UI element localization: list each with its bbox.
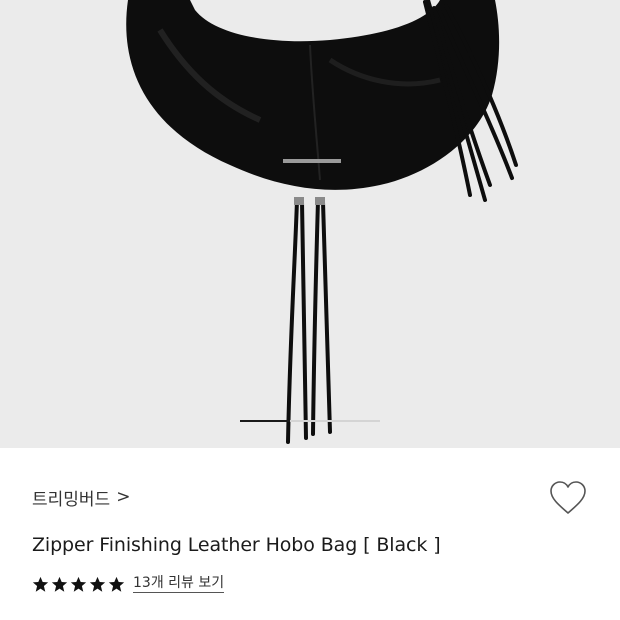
star-icon (51, 577, 68, 592)
rating-stars (32, 576, 125, 593)
product-title: Zipper Finishing Leather Hobo Bag [ Blac… (32, 534, 441, 556)
product-image[interactable] (0, 0, 620, 448)
star-icon (70, 577, 87, 592)
rating-row: 13개 리뷰 보기 (32, 575, 225, 594)
zipper-puller (315, 197, 325, 205)
star-icon (32, 577, 49, 592)
product-info: 트리밍버드 > Zipper Finishing Leather Hobo Ba… (0, 448, 620, 620)
carousel-progress-indicator (240, 420, 290, 422)
zipper-puller (294, 197, 304, 205)
product-detail-page: 트리밍버드 > Zipper Finishing Leather Hobo Ba… (0, 0, 620, 620)
heart-outline-icon (550, 481, 586, 514)
wishlist-button[interactable] (548, 480, 588, 516)
star-icon (108, 577, 125, 592)
review-link[interactable]: 13개 리뷰 보기 (133, 575, 225, 594)
product-image-carousel[interactable] (0, 0, 620, 448)
zipper-fringe (286, 198, 332, 444)
bag-metal-label (283, 159, 341, 163)
brand-name: 트리밍버드 (32, 490, 111, 510)
star-icon (89, 577, 106, 592)
brand-link[interactable]: 트리밍버드 > (32, 485, 131, 511)
chevron-right-icon: > (116, 487, 131, 507)
